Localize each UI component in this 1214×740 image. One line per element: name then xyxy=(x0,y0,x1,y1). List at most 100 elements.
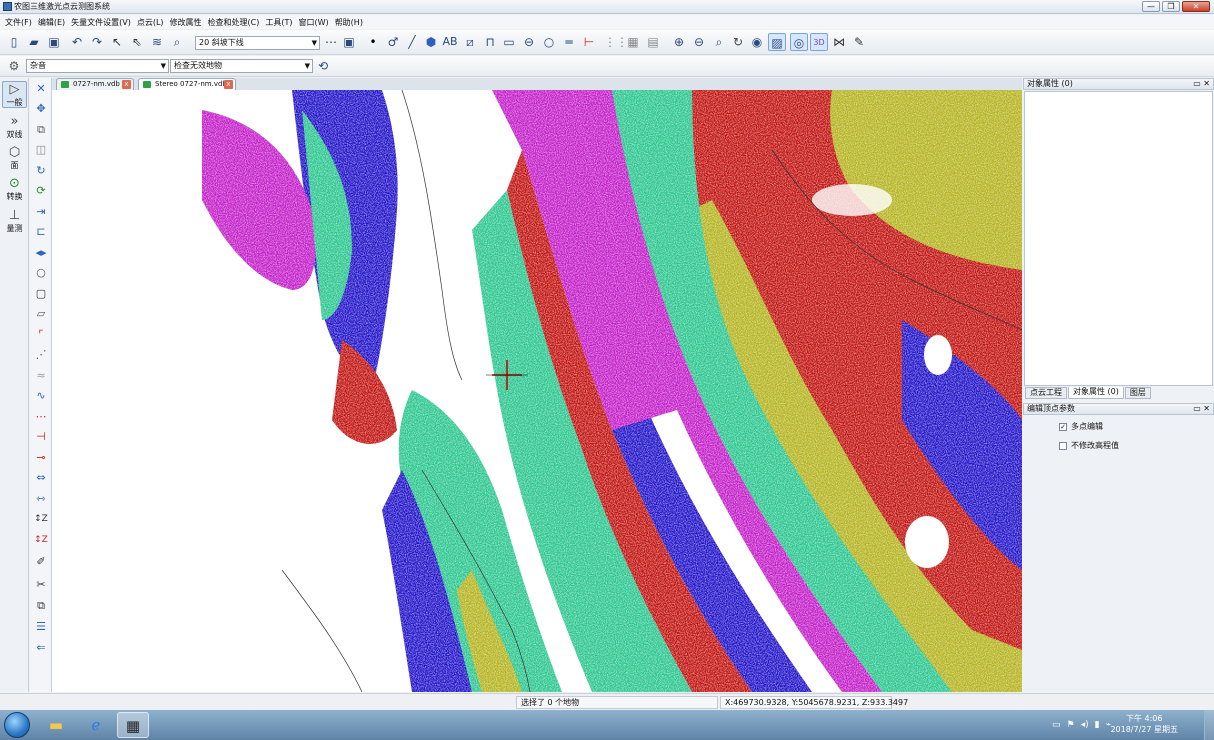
square-outline-icon[interactable]: ▢ xyxy=(32,285,50,302)
select-arrow-icon[interactable]: ↖ xyxy=(108,33,126,51)
panel-dock-close-icon[interactable]: ▭ ✕ xyxy=(1193,404,1210,414)
menu-help[interactable]: 帮助(H) xyxy=(335,17,363,28)
redo-icon[interactable]: ↷ xyxy=(88,33,106,51)
ie-icon[interactable]: ℯ xyxy=(80,712,112,738)
fill-shape-icon[interactable]: ⬢ xyxy=(422,33,440,51)
tool-general[interactable]: ▷ 一般 xyxy=(2,81,27,108)
z-height-icon[interactable]: ↕Z xyxy=(32,511,50,528)
new-file-icon[interactable]: ▯ xyxy=(5,33,23,51)
list-icon[interactable]: ☰ xyxy=(32,618,50,635)
extend-icon[interactable]: ⇥ xyxy=(32,203,50,220)
network-tray-icon[interactable]: ▮ xyxy=(1095,720,1100,730)
circle-3p-icon[interactable]: ⊖ xyxy=(520,33,538,51)
cross-box-icon[interactable]: ⧄ xyxy=(461,33,479,51)
menu-edit[interactable]: 编辑(E) xyxy=(38,17,65,28)
checkbox[interactable] xyxy=(1059,441,1067,450)
insert-node-icon[interactable]: ⊣ xyxy=(32,428,50,445)
circle-icon[interactable]: ○ xyxy=(540,33,558,51)
checkbox[interactable]: ✓ xyxy=(1059,422,1067,431)
zoom-window-icon[interactable]: ⌕ xyxy=(710,33,728,51)
pen-icon[interactable]: ✎ xyxy=(850,33,868,51)
more-icon[interactable]: ⋯ xyxy=(322,33,340,51)
menu-file[interactable]: 文件(F) xyxy=(5,17,32,28)
menu-point-cloud[interactable]: 点云(L) xyxy=(137,17,164,28)
delete-x-icon[interactable]: ✕ xyxy=(32,80,50,97)
start-button[interactable] xyxy=(4,712,30,738)
flag-icon[interactable]: ⚑ xyxy=(1067,720,1075,730)
copy-box-icon[interactable]: ⧉ xyxy=(32,121,50,138)
tool-double-line[interactable]: » 双线 xyxy=(2,114,27,139)
join-icon[interactable]: ⇔ xyxy=(32,469,50,486)
curve-icon[interactable]: ∿ xyxy=(32,387,50,404)
rotate-icon[interactable]: ↻ xyxy=(729,33,747,51)
text-ab-icon[interactable]: AB xyxy=(441,33,459,51)
dash-line-icon[interactable]: ⊢ xyxy=(580,33,598,51)
smooth-icon[interactable]: ≈ xyxy=(32,367,50,384)
save-layer-icon[interactable]: ▣ xyxy=(340,33,358,51)
grid-dots-icon[interactable]: ⋮⋮ xyxy=(604,33,628,51)
refresh-icon[interactable]: ⟲ xyxy=(314,57,332,75)
trim-icon[interactable]: ⊏ xyxy=(32,223,50,240)
check-combo[interactable]: 检查无效地物 ▼ xyxy=(170,59,313,73)
rectangle-icon[interactable]: ▭ xyxy=(500,33,518,51)
move-icon[interactable]: ✥ xyxy=(32,100,50,117)
brush-icon[interactable]: ✐ xyxy=(32,553,50,570)
rotate-arrow-icon[interactable]: ↻ xyxy=(32,162,50,179)
volume-icon[interactable]: ◂) xyxy=(1081,720,1089,730)
app-icon[interactable]: ▦ xyxy=(117,712,149,738)
save-icon[interactable]: ▣ xyxy=(45,33,63,51)
taskbar-clock[interactable]: 下午 4:06 2018/7/27 星期五 xyxy=(1110,713,1178,735)
scissors-icon[interactable]: ✂ xyxy=(32,576,50,593)
parallel-icon[interactable]: ═ xyxy=(560,33,578,51)
arc-icon[interactable]: ♂ xyxy=(384,33,402,51)
menu-vector-settings[interactable]: 矢量文件设置(V) xyxy=(71,17,131,28)
show-desktop-button[interactable] xyxy=(1204,710,1214,740)
rotate-point-icon[interactable]: ⟳ xyxy=(32,182,50,199)
layers-icon[interactable]: ≋ xyxy=(148,33,166,51)
grid-box-icon[interactable]: ▦ xyxy=(624,33,642,51)
restore-button[interactable]: ❐ xyxy=(1162,1,1180,12)
menu-tools[interactable]: 工具(T) xyxy=(265,17,292,28)
point-view-icon[interactable]: ◎ xyxy=(790,33,808,51)
list-arrow-icon[interactable]: ⇐ xyxy=(32,639,50,656)
tab-point-cloud-project[interactable]: 点云工程 xyxy=(1025,387,1067,399)
menu-modify-attributes[interactable]: 修改属性 xyxy=(170,17,202,28)
close-tab-icon[interactable]: x xyxy=(224,80,233,89)
folder-icon[interactable]: ▬ xyxy=(40,712,72,738)
panel-dock-close-icon[interactable]: ▭ ✕ xyxy=(1193,79,1210,89)
tab-object-properties[interactable]: 对象属性 (0) xyxy=(1068,387,1124,399)
grid-f-icon[interactable]: ▤ xyxy=(644,33,662,51)
tab-layers[interactable]: 图层 xyxy=(1124,387,1151,399)
minimize-button[interactable]: — xyxy=(1142,1,1160,12)
menu-check-process[interactable]: 检查和处理(C) xyxy=(208,17,260,28)
break-line-icon[interactable]: ⊸ xyxy=(32,449,50,466)
z-set-icon[interactable]: ↕Z xyxy=(32,532,50,549)
multi-point-edit-option[interactable]: ✓ 多点编辑 xyxy=(1059,421,1103,432)
corner-icon[interactable]: ⌜ xyxy=(32,326,50,343)
circle-outline-icon[interactable]: ○ xyxy=(32,264,50,281)
gear-icon[interactable]: ⚙ xyxy=(5,57,23,75)
keyboard-icon[interactable]: ▭ xyxy=(1052,720,1061,730)
tool-face[interactable]: ⬡ 面 xyxy=(2,145,27,170)
image-icon[interactable]: ▨ xyxy=(768,33,786,51)
select-plus-icon[interactable]: ⇖ xyxy=(128,33,146,51)
split-box-icon[interactable]: ⊓ xyxy=(481,33,499,51)
point-cloud-view[interactable] xyxy=(52,90,1022,692)
network-icon[interactable]: ⋈ xyxy=(830,33,848,51)
connect-icon[interactable]: ⇿ xyxy=(32,490,50,507)
line-icon[interactable]: ╱ xyxy=(403,33,421,51)
zoom-out-icon[interactable]: ⊖ xyxy=(690,33,708,51)
menu-window[interactable]: 窗口(W) xyxy=(299,17,329,28)
zoom-in-icon[interactable]: ⊕ xyxy=(670,33,688,51)
tool-measure[interactable]: ⊥ 量测 xyxy=(2,208,27,233)
open-file-icon[interactable]: ▰ xyxy=(25,33,43,51)
point-icon[interactable]: • xyxy=(364,33,382,51)
vertex-line-icon[interactable]: ⋰ xyxy=(32,346,50,363)
3d-view-icon[interactable]: 3D xyxy=(810,33,828,51)
find-icon[interactable]: ⌕ xyxy=(168,33,186,51)
node-line-icon[interactable]: ⋯ xyxy=(32,408,50,425)
globe-icon[interactable]: ◉ xyxy=(748,33,766,51)
copy-icon[interactable]: ⧉ xyxy=(32,597,50,614)
undo-icon[interactable]: ↶ xyxy=(68,33,86,51)
mirror-icon[interactable]: ◫ xyxy=(32,141,50,158)
